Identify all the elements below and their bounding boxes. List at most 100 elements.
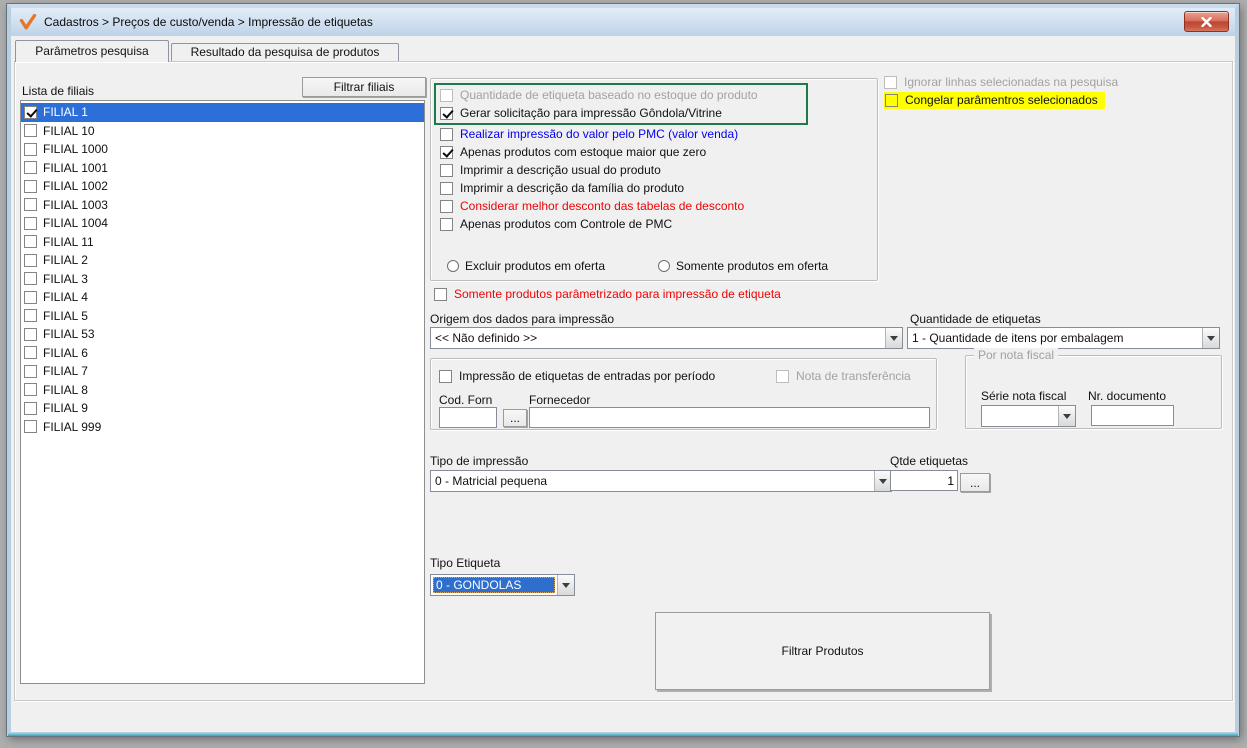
tipo-impressao-combobox[interactable]: 0 - Matricial pequena [430, 470, 892, 492]
filial-checkbox[interactable] [24, 253, 37, 267]
nota-fiscal-caption: Por nota fiscal [974, 348, 1059, 362]
qtde-etiquetas-input[interactable] [890, 470, 958, 491]
ignorar-linhas-checkbox[interactable] [884, 75, 897, 89]
fornecedor-label: Fornecedor [529, 393, 591, 407]
somente-parametrizado-checkbox[interactable] [434, 287, 447, 301]
option-checkbox[interactable] [440, 127, 453, 141]
filial-row[interactable]: FILIAL 1001 [21, 159, 424, 178]
option-row[interactable]: Imprimir a descrição usual do produto [431, 161, 877, 179]
filial-checkbox[interactable] [24, 290, 37, 304]
filial-checkbox[interactable] [24, 161, 37, 175]
filial-row[interactable]: FILIAL 6 [21, 344, 424, 363]
origem-label: Origem dos dados para impressão [430, 312, 615, 326]
congelar-checkbox[interactable] [885, 93, 898, 107]
filial-checkbox[interactable] [24, 142, 37, 156]
nr-documento-input[interactable] [1091, 405, 1174, 426]
nota-transferencia-checkbox[interactable] [776, 369, 789, 383]
filial-label: FILIAL 999 [43, 419, 102, 434]
filial-checkbox[interactable] [24, 327, 37, 341]
serie-nota-fiscal-label: Série nota fiscal [981, 389, 1067, 403]
filtrar-filiais-button[interactable]: Filtrar filiais [302, 77, 426, 97]
tipo-etiqueta-dropdown-arrow-icon[interactable] [557, 575, 574, 595]
cod-forn-browse-button[interactable]: ... [503, 409, 527, 427]
origem-combobox[interactable]: << Não definido >> [430, 327, 903, 349]
filiais-listbox[interactable]: FILIAL 1 FILIAL 10 FILIAL 1000 FILIAL 1001 F… [20, 100, 425, 684]
filial-checkbox[interactable] [24, 346, 37, 360]
filial-row[interactable]: FILIAL 999 [21, 418, 424, 437]
tab-parametros-pesquisa[interactable]: Parâmetros pesquisa [15, 40, 169, 62]
radio-excluir-oferta-circle[interactable] [447, 260, 459, 272]
filial-row[interactable]: FILIAL 11 [21, 233, 424, 252]
fornecedor-input[interactable] [529, 407, 930, 428]
filial-row[interactable]: FILIAL 1002 [21, 177, 424, 196]
filial-row[interactable]: FILIAL 4 [21, 288, 424, 307]
tipo-impressao-dropdown-arrow-icon[interactable] [874, 471, 891, 491]
option-checkbox[interactable] [440, 88, 453, 102]
tab-resultado-pesquisa[interactable]: Resultado da pesquisa de produtos [171, 43, 399, 61]
filial-checkbox[interactable] [24, 124, 37, 138]
option-row[interactable]: Gerar solicitação para impressão Gôndola… [436, 104, 806, 122]
filial-checkbox[interactable] [24, 420, 37, 434]
radio-somente-oferta-circle[interactable] [658, 260, 670, 272]
filial-row[interactable]: FILIAL 3 [21, 270, 424, 289]
serie-nota-fiscal-combobox[interactable] [981, 405, 1076, 427]
filial-label: FILIAL 9 [43, 401, 88, 416]
cod-forn-input[interactable] [439, 407, 497, 428]
quantidade-etiquetas-combobox[interactable]: 1 - Quantidade de itens por embalagem [907, 327, 1220, 349]
option-checkbox[interactable] [440, 163, 453, 177]
filial-row[interactable]: FILIAL 53 [21, 325, 424, 344]
filial-row[interactable]: FILIAL 10 [21, 122, 424, 141]
filial-label: FILIAL 1 [43, 105, 88, 120]
filial-row[interactable]: FILIAL 2 [21, 251, 424, 270]
filial-checkbox[interactable] [24, 179, 37, 193]
filial-row[interactable]: FILIAL 9 [21, 399, 424, 418]
filial-row[interactable]: FILIAL 1003 [21, 196, 424, 215]
filial-checkbox[interactable] [24, 216, 37, 230]
filial-row[interactable]: FILIAL 5 [21, 307, 424, 326]
option-checkbox[interactable] [440, 217, 453, 231]
filial-checkbox[interactable] [24, 401, 37, 415]
radio-somente-oferta[interactable]: Somente produtos em oferta [658, 259, 828, 273]
option-checkbox[interactable] [440, 181, 453, 195]
option-row[interactable]: Realizar impressão do valor pelo PMC (va… [431, 125, 877, 143]
filial-checkbox[interactable] [24, 198, 37, 212]
nota-transferencia-row[interactable]: Nota de transferência [776, 369, 911, 383]
tipo-etiqueta-combobox[interactable]: 0 - GONDOLAS [430, 574, 575, 596]
option-checkbox[interactable] [440, 145, 453, 159]
filial-checkbox[interactable] [24, 272, 37, 286]
somente-parametrizado-row[interactable]: Somente produtos parâmetrizado para impr… [434, 287, 781, 301]
filial-label: FILIAL 1004 [43, 216, 108, 231]
ignorar-linhas-row[interactable]: Ignorar linhas selecionadas na pesquisa [884, 75, 1118, 89]
radio-excluir-oferta[interactable]: Excluir produtos em oferta [447, 259, 605, 273]
filial-checkbox[interactable] [24, 235, 37, 249]
filial-checkbox[interactable] [24, 383, 37, 397]
entradas-group: Impressão de etiquetas de entradas por p… [430, 358, 937, 430]
filial-checkbox[interactable] [24, 309, 37, 323]
filial-row[interactable]: FILIAL 1000 [21, 140, 424, 159]
qtde-etiquetas-browse-button[interactable]: ... [960, 473, 990, 492]
filial-label: FILIAL 8 [43, 382, 88, 397]
quantidade-dropdown-arrow-icon[interactable] [1202, 328, 1219, 348]
serie-dropdown-arrow-icon[interactable] [1058, 406, 1075, 426]
congelar-row[interactable]: Congelar parâmentros selecionados [884, 92, 1105, 109]
filial-row[interactable]: FILIAL 1004 [21, 214, 424, 233]
entradas-periodo-checkbox[interactable] [439, 369, 452, 383]
option-row[interactable]: Quantidade de etiqueta baseado no estoqu… [436, 86, 806, 104]
origem-dropdown-arrow-icon[interactable] [885, 328, 902, 348]
filial-checkbox[interactable] [24, 105, 37, 119]
filial-row[interactable]: FILIAL 7 [21, 362, 424, 381]
option-row[interactable]: Considerar melhor desconto das tabelas d… [431, 197, 877, 215]
option-row[interactable]: Apenas produtos com estoque maior que ze… [431, 143, 877, 161]
titlebar[interactable]: Cadastros > Preços de custo/venda > Impr… [11, 8, 1235, 36]
option-checkbox[interactable] [440, 199, 453, 213]
filial-checkbox[interactable] [24, 364, 37, 378]
option-checkbox[interactable] [440, 106, 453, 120]
entradas-periodo-row[interactable]: Impressão de etiquetas de entradas por p… [439, 369, 715, 383]
qtde-etiquetas-label: Qtde etiquetas [890, 454, 969, 468]
filtrar-produtos-button[interactable]: Filtrar Produtos [655, 612, 990, 690]
filial-row[interactable]: FILIAL 1 [21, 103, 424, 122]
option-row[interactable]: Apenas produtos com Controle de PMC [431, 215, 877, 233]
filial-row[interactable]: FILIAL 8 [21, 381, 424, 400]
close-button[interactable] [1184, 11, 1229, 32]
option-row[interactable]: Imprimir a descrição da família do produ… [431, 179, 877, 197]
